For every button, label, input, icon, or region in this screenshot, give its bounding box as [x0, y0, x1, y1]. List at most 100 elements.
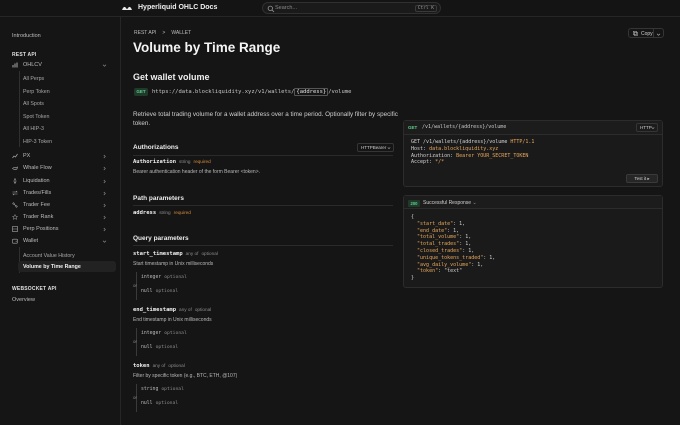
param-description: End timestamp in Unix milliseconds [133, 317, 212, 323]
sidebar-item-trader-fee[interactable]: Trader Fee [23, 202, 50, 208]
test-it-button[interactable]: Test it ▸ [626, 174, 658, 183]
request-code: GET /v1/wallets/{address}/volume HTTP/1.… [411, 139, 535, 166]
chevron-right-icon[interactable] [102, 179, 107, 184]
sidebar-item-all-perps[interactable]: All Perps [23, 76, 44, 82]
sidebar-item-trader-rank[interactable]: Trader Rank [23, 214, 53, 220]
sidebar-item-perp-token[interactable]: Perp Token [23, 89, 50, 95]
union-type: integer optional [141, 331, 187, 336]
copy-label: Copy [641, 30, 653, 37]
sidebar-item-px[interactable]: PX [23, 153, 30, 159]
request-method: GET [408, 125, 418, 130]
breadcrumb-page[interactable]: WALLET [171, 30, 191, 36]
endpoint-url: https://data.blockliquidity.xyz/v1/walle… [152, 88, 352, 96]
param-description: Bearer authentication header of the form… [133, 169, 261, 175]
page-title: Volume by Time Range [133, 40, 281, 55]
wallet-icon [12, 238, 18, 244]
sidebar-item-all-spots[interactable]: All Spots [23, 101, 44, 107]
sidebar-item-volume-by-time-range[interactable]: Volume by Time Range [23, 264, 81, 270]
url-suffix: /volume [328, 89, 352, 95]
request-panel: GET /v1/wallets/{address}/volume HTTP GE… [403, 120, 663, 187]
sidebar-item-account-value-history[interactable]: Account Value History [23, 253, 75, 259]
chevron-down-icon[interactable] [102, 63, 107, 68]
authorizations-title: Authorizations [133, 144, 179, 151]
sidebar-item-wallet[interactable]: Wallet [23, 238, 38, 244]
response-label[interactable]: Successful Response ⌄ [423, 200, 477, 206]
param-type: string [159, 210, 171, 215]
union-type: integer optional [141, 275, 187, 280]
test-it-label: Test it [634, 176, 647, 181]
param-authorization: Authorization string required [133, 159, 211, 165]
play-icon: ▸ [647, 176, 650, 181]
url-param: {address} [294, 88, 329, 96]
chevron-down-icon: ⌄ [472, 200, 477, 206]
sidebar-item-perp-positions[interactable]: Perp Positions [23, 226, 58, 232]
search-input[interactable]: Search... Ctrl K [262, 2, 441, 14]
request-path: /v1/wallets/{address}/volume [422, 124, 507, 130]
param-name: end_timestamp [133, 307, 177, 313]
chevron-right-icon[interactable] [102, 166, 107, 171]
breadcrumb-separator: > [162, 30, 166, 36]
param-optional: optional [168, 363, 185, 368]
auth-type-value: HTTPBearer [361, 145, 387, 150]
sidebar-item-overview[interactable]: Overview [12, 297, 35, 303]
language-select[interactable]: HTTP [636, 123, 658, 132]
chevron-right-icon[interactable] [102, 227, 107, 232]
param-name: start_timestamp [133, 251, 183, 257]
union-type: string optional [141, 387, 184, 392]
chart-icon [12, 62, 18, 68]
method-badge: GET [134, 88, 148, 96]
search-placeholder: Search... [275, 5, 298, 11]
query-params-title: Query parameters [133, 235, 189, 242]
brand-title[interactable]: Hyperliquid OHLC Docs [138, 4, 217, 11]
sidebar-section-rest-api: REST API [12, 52, 37, 58]
section-divider [133, 155, 393, 156]
logo-icon [122, 6, 132, 10]
param-optional: optional [194, 307, 212, 312]
param-required: required [193, 159, 211, 164]
union-or: or [133, 395, 138, 400]
copy-divider [653, 29, 654, 38]
sidebar-item-ohlcv[interactable]: OHLCV [23, 62, 42, 68]
rank-icon [12, 214, 18, 220]
chevron-right-icon[interactable] [102, 154, 107, 159]
param-description: Filter by specific token (e.g., BTC, ETH… [133, 373, 238, 379]
section-divider [133, 205, 393, 206]
chevron-right-icon[interactable] [102, 203, 107, 208]
copy-page-button[interactable]: Copy [628, 28, 664, 38]
trades-icon [12, 190, 18, 196]
auth-type-select[interactable]: HTTPBearer [357, 143, 394, 152]
chevron-down-icon[interactable] [656, 32, 661, 37]
param-type: any of [152, 363, 166, 368]
top-bar: Hyperliquid OHLC Docs Search... Ctrl K [0, 0, 680, 17]
sidebar-item-spot-token[interactable]: Spot Token [23, 114, 49, 120]
chevron-right-icon[interactable] [102, 191, 107, 196]
chevron-down-icon[interactable] [102, 239, 107, 244]
sidebar-item-all-hip3[interactable]: All HIP-3 [23, 126, 44, 132]
sidebar-item-trades-fills[interactable]: Trades/Fills [23, 190, 51, 196]
param-address: address string required [133, 210, 191, 216]
positions-icon [12, 226, 18, 232]
chevron-down-icon [387, 147, 391, 150]
sidebar-tree-line [19, 71, 20, 147]
sidebar-item-hip3-token[interactable]: HIP-3 Token [23, 139, 52, 145]
sidebar-section-websocket-api: WEBSOCKET API [12, 286, 57, 292]
response-panel: 200 Successful Response ⌄ { "start_date"… [403, 195, 663, 288]
param-type: any of [185, 251, 199, 256]
param-start-timestamp: start_timestamp any of optional [133, 251, 218, 257]
breadcrumb-section[interactable]: REST API [134, 30, 156, 36]
path-params-title: Path parameters [133, 195, 184, 202]
sidebar-item-whale-flow[interactable]: Whale Flow [23, 165, 52, 171]
param-description: Start timestamp in Unix milliseconds [133, 261, 214, 267]
param-required: required [173, 210, 191, 215]
param-type: any of [179, 307, 192, 312]
endpoint-description: Retrieve total trading volume for a wall… [133, 111, 398, 127]
sidebar-item-liquidation[interactable]: Liquidation [23, 178, 50, 184]
param-type: string [179, 159, 191, 164]
param-optional: optional [201, 251, 218, 256]
sidebar-item-introduction[interactable]: Introduction [12, 33, 41, 39]
language-value: HTTP [640, 125, 652, 130]
fee-icon [12, 202, 18, 208]
chevron-right-icon[interactable] [102, 215, 107, 220]
union-or: or [133, 283, 138, 288]
chevron-down-icon [651, 127, 655, 130]
